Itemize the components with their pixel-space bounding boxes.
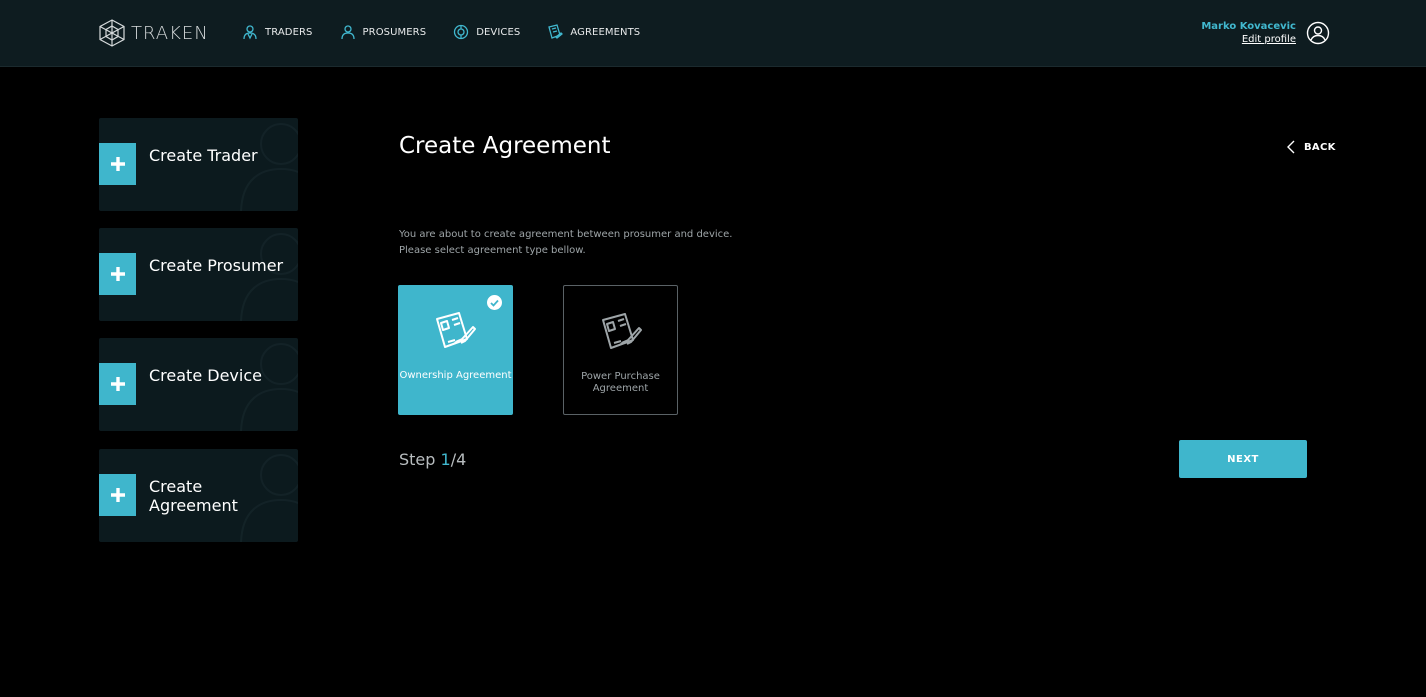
create-prosumer-card[interactable]: Create Prosumer	[99, 228, 298, 321]
top-navigation-bar: TRAKEN TRADERS PROSUMERS DEVICES AGREEME…	[0, 0, 1426, 67]
create-trader-card[interactable]: Create Trader	[99, 118, 298, 211]
step-total: /4	[450, 450, 467, 469]
agreement-icon	[548, 24, 564, 39]
page-title: Create Agreement	[399, 133, 611, 159]
description: You are about to create agreement betwee…	[399, 227, 732, 259]
create-device-card[interactable]: Create Device	[99, 338, 298, 431]
nav-prosumers[interactable]: PROSUMERS	[340, 24, 427, 40]
create-agreement-card[interactable]: Create Agreement	[99, 449, 298, 542]
step-prefix: Step	[399, 450, 441, 469]
back-button[interactable]: BACK	[1287, 140, 1336, 154]
plus-icon	[99, 253, 136, 295]
check-icon	[487, 295, 502, 310]
plus-icon	[99, 474, 136, 516]
step-current: 1	[440, 450, 451, 469]
ownership-agreement-label: Ownership Agreement	[399, 370, 512, 381]
nav-traders-label: TRADERS	[265, 26, 313, 38]
chevron-left-icon	[1287, 140, 1295, 154]
nav-agreements[interactable]: AGREEMENTS	[547, 24, 640, 40]
next-button[interactable]: NEXT	[1179, 440, 1307, 478]
create-prosumer-label: Create Prosumer	[149, 256, 284, 275]
nav-prosumers-label: PROSUMERS	[362, 26, 427, 38]
user-name: Marko Kovacevic	[1201, 21, 1296, 32]
logo-icon	[99, 19, 125, 47]
ownership-agreement-option[interactable]: Ownership Agreement	[398, 285, 513, 415]
plus-icon	[99, 363, 136, 405]
power-purchase-agreement-label: Power Purchase Agreement	[581, 371, 660, 394]
nav-devices[interactable]: DEVICES	[453, 24, 520, 40]
user-info: Marko Kovacevic Edit profile	[1201, 20, 1296, 46]
main-nav: TRADERS PROSUMERS DEVICES AGREEMENTS	[242, 24, 667, 40]
step-indicator: Step 1/4	[399, 450, 466, 469]
plus-icon	[99, 143, 136, 185]
nav-devices-label: DEVICES	[476, 26, 521, 38]
create-agreement-label: Create Agreement	[149, 477, 238, 515]
contract-document-icon	[436, 312, 476, 348]
trader-icon	[243, 25, 257, 40]
back-label: BACK	[1304, 141, 1336, 153]
create-device-label: Create Device	[149, 366, 262, 385]
power-purchase-agreement-option[interactable]: Power Purchase Agreement	[563, 285, 678, 415]
create-trader-label: Create Trader	[149, 146, 258, 165]
nav-traders[interactable]: TRADERS	[242, 24, 313, 40]
user-avatar-icon[interactable]	[1306, 21, 1330, 45]
contract-document-icon	[602, 313, 642, 349]
user-menu: Marko Kovacevic Edit profile	[1201, 20, 1330, 46]
description-line-1: You are about to create agreement betwee…	[399, 229, 733, 240]
device-icon	[454, 24, 469, 40]
prosumer-icon	[340, 25, 355, 40]
edit-profile-link[interactable]: Edit profile	[1201, 33, 1296, 46]
logo[interactable]: TRAKEN	[99, 19, 209, 47]
logo-text: TRAKEN	[131, 22, 209, 44]
nav-agreements-label: AGREEMENTS	[570, 26, 641, 38]
description-line-2: Please select agreement type bellow.	[399, 245, 586, 256]
